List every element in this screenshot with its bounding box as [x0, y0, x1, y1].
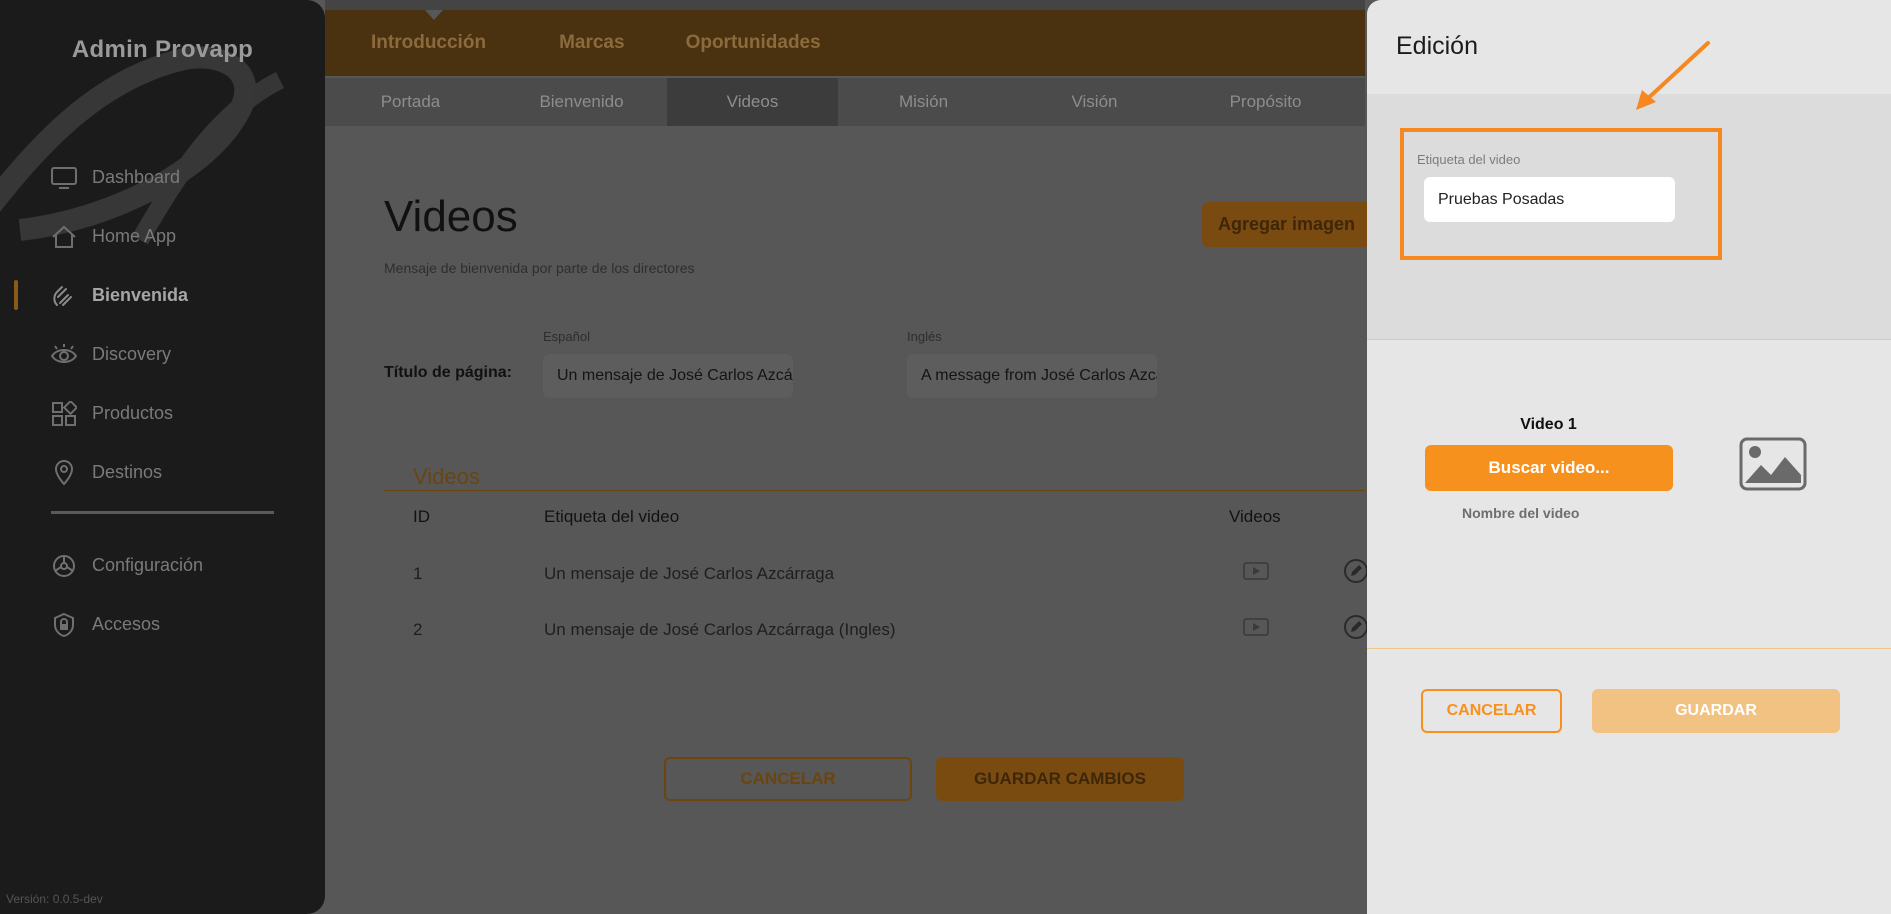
location-pin-icon — [50, 459, 78, 487]
pointer-arrow-icon — [1636, 41, 1710, 110]
video-label-input[interactable] — [1424, 177, 1675, 222]
edit-icon[interactable] — [1343, 558, 1369, 584]
sidebar-item-dashboard[interactable]: Dashboard — [0, 148, 325, 207]
sidebar-item-label: Discovery — [92, 344, 172, 364]
sidebar-item-label: Dashboard — [92, 167, 181, 187]
brand-title: Admin Provapp — [71, 36, 254, 63]
home-icon — [50, 223, 78, 251]
table-cell-id: 1 — [413, 564, 423, 583]
sidebar-item-destinos[interactable]: Destinos — [0, 443, 325, 502]
lang-label-es: Español — [543, 329, 590, 344]
panel-divider — [1367, 648, 1891, 649]
page-title-label: Título de página: — [384, 364, 512, 381]
table-cell-label: Un mensaje de José Carlos Azcárraga — [544, 564, 835, 583]
sidebar-item-accesos[interactable]: Accesos — [0, 595, 325, 654]
subtab-vision[interactable]: Visión — [1009, 78, 1180, 126]
video-slot-label: Video 1 — [1520, 416, 1577, 433]
table-cell-label: Un mensaje de José Carlos Azcárraga (Ing… — [544, 620, 896, 639]
settings-icon — [50, 552, 78, 580]
edit-icon[interactable] — [1343, 614, 1369, 640]
videos-section-title: Videos — [413, 464, 480, 489]
subtab-portada[interactable]: Portada — [325, 78, 496, 126]
sidebar-item-bienvenida[interactable]: Bienvenida — [0, 266, 325, 325]
sidebar-item-label: Destinos — [92, 462, 163, 482]
column-header-id: ID — [413, 507, 430, 526]
video-label-caption: Etiqueta del video — [1417, 152, 1521, 167]
page-title: Videos — [384, 192, 518, 241]
add-image-button[interactable]: Agregar imagen — [1202, 202, 1372, 247]
sidebar-nav-secondary: Configuración Accesos — [0, 536, 325, 654]
tab-introduccion[interactable]: Introducción — [371, 32, 486, 54]
sidebar-item-productos[interactable]: Productos — [0, 384, 325, 443]
sidebar-item-label: Accesos — [92, 614, 161, 634]
version-label: Versión: 0.0.5-dev — [6, 892, 103, 906]
eye-icon — [50, 341, 78, 369]
section-divider — [384, 490, 1365, 491]
tab-oportunidades[interactable]: Oportunidades — [686, 32, 821, 54]
top-nav: Introducción Marcas Oportunidades — [325, 10, 1365, 76]
sub-nav: Portada Bienvenido Videos Misión Visión … — [325, 78, 1365, 126]
video-play-icon[interactable] — [1243, 562, 1269, 580]
image-placeholder-icon — [1739, 437, 1807, 491]
panel-cancel-button[interactable]: CANCELAR — [1421, 689, 1562, 733]
top-strip — [325, 0, 1365, 10]
panel-field-section: Etiqueta del video — [1367, 94, 1891, 340]
subtab-bienvenido[interactable]: Bienvenido — [496, 78, 667, 126]
column-header-label: Etiqueta del video — [544, 507, 680, 526]
title-en-field[interactable]: A message from José Carlos Azcárraga — [907, 354, 1157, 398]
monitor-icon — [50, 164, 78, 192]
sidebar-item-label: Home App — [92, 226, 177, 246]
sidebar-item-home-app[interactable]: Home App — [0, 207, 325, 266]
panel-title: Edición — [1396, 32, 1478, 60]
sidebar-item-label: Bienvenida — [92, 285, 189, 305]
search-video-button[interactable]: Buscar video... — [1425, 445, 1673, 491]
top-tabs: Introducción Marcas Oportunidades — [325, 10, 821, 76]
video-name-label: Nombre del video — [1462, 505, 1580, 521]
sidebar-item-label: Configuración — [92, 555, 204, 575]
sidebar-nav: Dashboard Home App Bienvenida Discovery … — [0, 148, 325, 502]
save-changes-button[interactable]: GUARDAR CAMBIOS — [936, 757, 1184, 801]
title-es-field[interactable]: Un mensaje de José Carlos Azcárraga — [543, 354, 793, 398]
panel-save-button[interactable]: GUARDAR — [1592, 689, 1840, 733]
waving-hand-icon — [50, 282, 78, 310]
video-play-icon[interactable] — [1243, 618, 1269, 636]
grid-shapes-icon — [50, 400, 78, 428]
table-cell-id: 2 — [413, 620, 423, 639]
sidebar-item-configuracion[interactable]: Configuración — [0, 536, 325, 595]
page-subtitle: Mensaje de bienvenida por parte de los d… — [384, 260, 695, 276]
tab-marcas[interactable]: Marcas — [559, 32, 625, 54]
sidebar-item-discovery[interactable]: Discovery — [0, 325, 325, 384]
subtab-proposito[interactable]: Propósito — [1180, 78, 1351, 126]
subtab-mision[interactable]: Misión — [838, 78, 1009, 126]
lang-label-en: Inglés — [907, 329, 942, 344]
cancel-button[interactable]: CANCELAR — [664, 757, 912, 801]
sidebar-divider — [51, 511, 274, 514]
column-header-videos: Videos — [1229, 507, 1281, 526]
shield-lock-icon — [50, 611, 78, 639]
sidebar: Admin Provapp Dashboard Home App Bienven… — [0, 0, 325, 914]
sidebar-item-label: Productos — [92, 403, 174, 423]
subtab-videos[interactable]: Videos — [667, 78, 838, 126]
